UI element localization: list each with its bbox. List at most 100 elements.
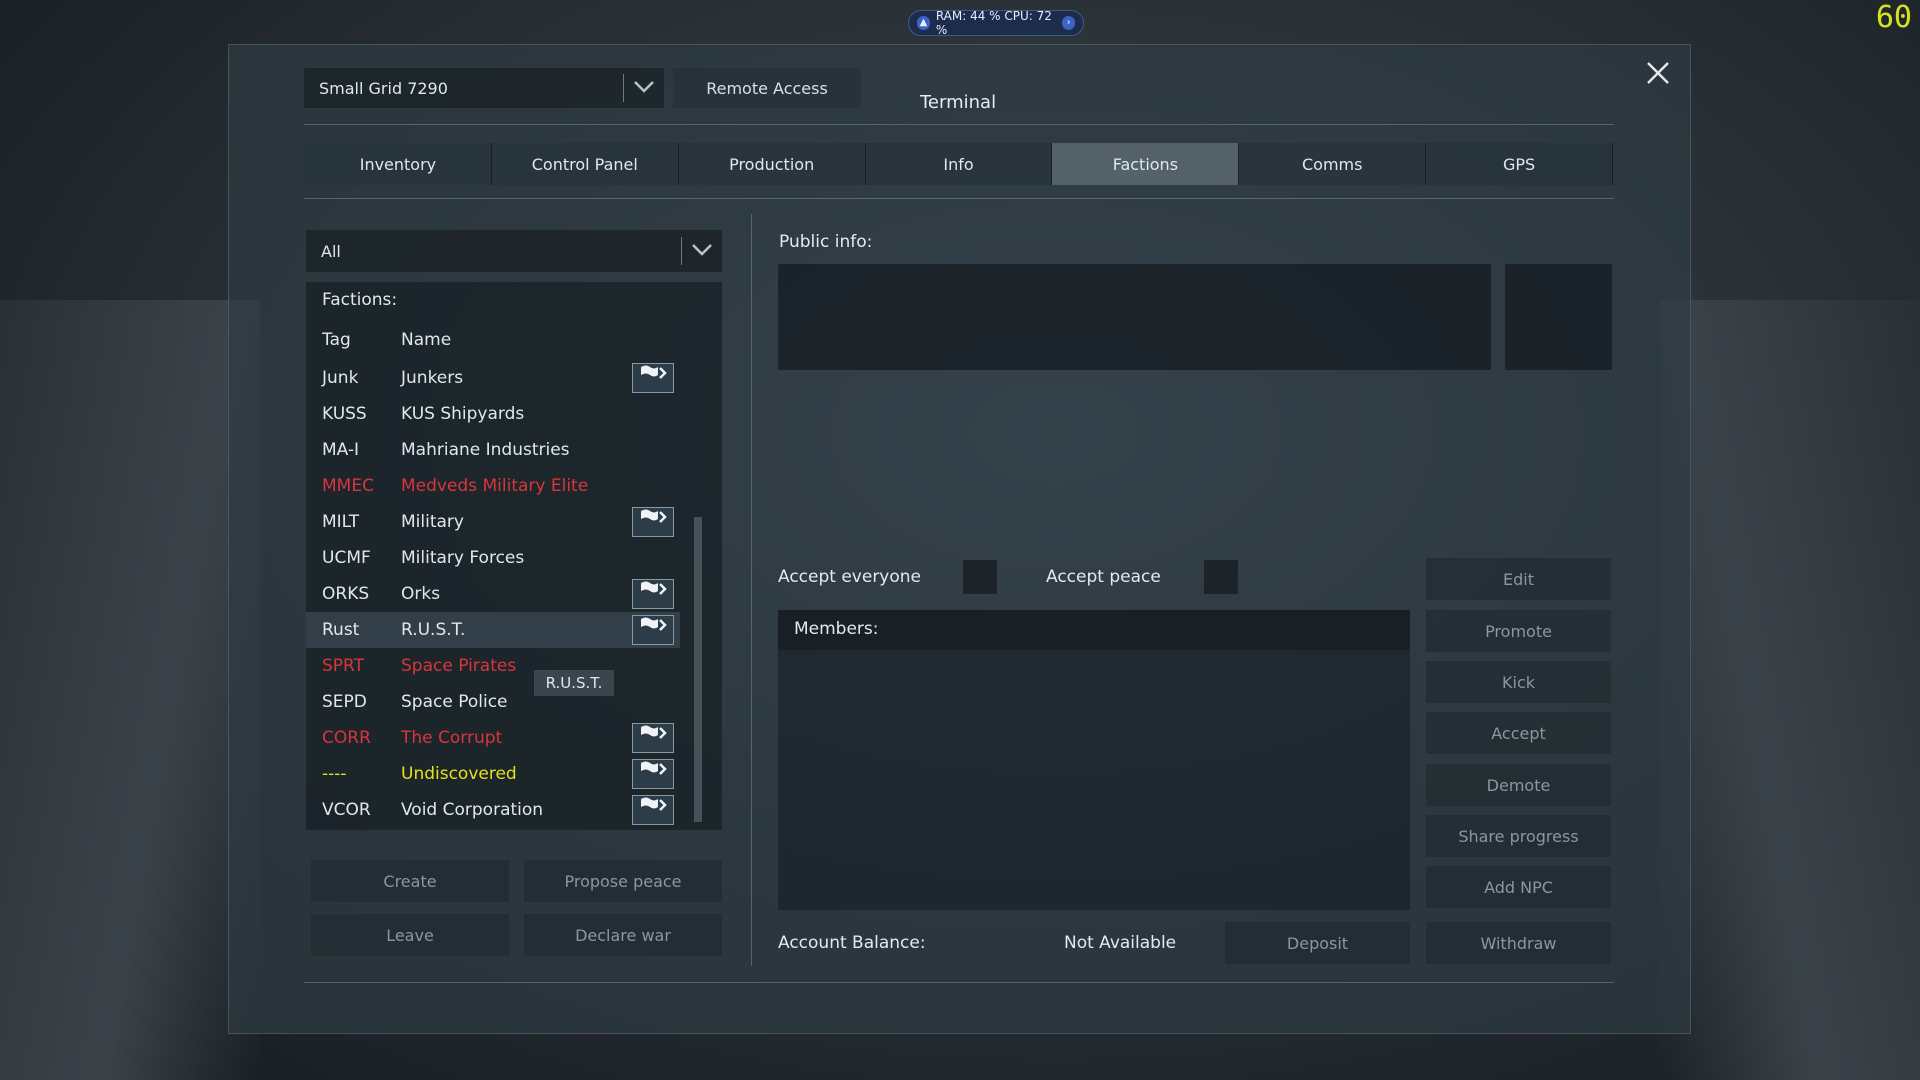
faction-tooltip: R.U.S.T.	[534, 670, 614, 696]
grid-select-value: Small Grid 7290	[319, 78, 448, 98]
faction-flag-icon[interactable]	[632, 759, 674, 789]
faction-row[interactable]: UCMF Military Forces	[306, 540, 680, 576]
faction-row[interactable]: SPRT Space Pirates	[306, 648, 680, 684]
faction-tag: MMEC	[322, 476, 374, 496]
faction-flag-icon[interactable]	[632, 615, 674, 645]
faction-name: Junkers	[401, 368, 464, 388]
divider	[304, 198, 1614, 199]
grid-select[interactable]: Small Grid 7290	[304, 68, 664, 108]
tab-info[interactable]: Info	[865, 143, 1053, 185]
faction-row[interactable]: MILT Military	[306, 504, 680, 540]
faction-name: R.U.S.T.	[401, 620, 466, 640]
account-balance-value: Not Available	[1064, 933, 1177, 953]
tab-comms[interactable]: Comms	[1239, 143, 1427, 185]
edit-button[interactable]: Edit	[1426, 558, 1611, 600]
faction-tag: VCOR	[322, 800, 371, 820]
close-icon[interactable]	[1643, 60, 1673, 90]
faction-flag-icon[interactable]	[632, 723, 674, 753]
faction-tag: SPRT	[322, 656, 365, 676]
chevron-down-icon[interactable]	[624, 79, 664, 98]
tab-inventory[interactable]: Inventory	[305, 143, 492, 185]
kick-button[interactable]: Kick	[1426, 661, 1611, 703]
faction-row[interactable]: SEPD Space Police	[306, 684, 680, 720]
faction-row[interactable]: MA-I Mahriane Industries	[306, 432, 680, 468]
factions-header: Factions:	[322, 290, 398, 310]
performance-indicator: ▲ RAM: 44 % CPU: 72 % ›	[908, 9, 1084, 37]
tab-production[interactable]: Production	[678, 143, 866, 185]
faction-row[interactable]: VCOR Void Corporation	[306, 792, 680, 828]
accept-everyone-checkbox[interactable]	[963, 560, 997, 594]
promote-button[interactable]: Promote	[1426, 610, 1611, 652]
tab-bar: Inventory Control Panel Production Info …	[305, 143, 1614, 185]
fps-counter: 60	[1875, 0, 1912, 35]
add-npc-button[interactable]: Add NPC	[1426, 866, 1611, 908]
factions-list: Junk Junkers KUSS KUS Shipyards MA-I Mahriane…	[306, 360, 680, 828]
divider	[304, 982, 1614, 983]
tab-control-panel[interactable]: Control Panel	[491, 143, 679, 185]
accept-peace-label: Accept peace	[1046, 567, 1161, 587]
page-title: Terminal	[920, 92, 997, 113]
remote-access-button[interactable]: Remote Access	[673, 68, 861, 108]
faction-row[interactable]: MMEC Medveds Military Elite	[306, 468, 680, 504]
propose-peace-button[interactable]: Propose peace	[524, 860, 722, 902]
faction-name: KUS Shipyards	[401, 404, 525, 424]
cockpit-frame-right	[1660, 300, 1920, 1080]
deposit-button[interactable]: Deposit	[1225, 922, 1410, 964]
arrow-right-icon: ›	[1062, 16, 1075, 30]
faction-tag: UCMF	[322, 548, 371, 568]
public-info-label: Public info:	[779, 232, 873, 252]
leave-button[interactable]: Leave	[311, 914, 509, 956]
public-info-textbox[interactable]	[778, 264, 1491, 370]
faction-tag: Junk	[322, 368, 359, 388]
faction-tag: KUSS	[322, 404, 367, 424]
faction-tag: ----	[322, 764, 347, 784]
faction-row[interactable]: ---- Undiscovered	[306, 756, 680, 792]
faction-name: Mahriane Industries	[401, 440, 570, 460]
accept-button[interactable]: Accept	[1426, 712, 1611, 754]
faction-tag: SEPD	[322, 692, 367, 712]
faction-tag: Rust	[322, 620, 360, 640]
accept-everyone-label: Accept everyone	[778, 567, 922, 587]
demote-button[interactable]: Demote	[1426, 764, 1611, 806]
faction-name: Space Pirates	[401, 656, 517, 676]
faction-row[interactable]: CORR The Corrupt	[306, 720, 680, 756]
account-balance-label: Account Balance:	[778, 933, 926, 953]
faction-name: Military Forces	[401, 548, 525, 568]
factions-scrollbar[interactable]	[694, 517, 702, 822]
faction-flag-icon[interactable]	[632, 507, 674, 537]
faction-flag-icon[interactable]	[632, 795, 674, 825]
column-tag: Tag	[322, 330, 351, 350]
divider	[751, 214, 752, 966]
cockpit-frame-left	[0, 300, 260, 1080]
faction-row[interactable]: Junk Junkers	[306, 360, 680, 396]
faction-name: Space Police	[401, 692, 508, 712]
faction-name: Medveds Military Elite	[401, 476, 589, 496]
faction-name: Void Corporation	[401, 800, 544, 820]
create-button[interactable]: Create	[311, 860, 509, 902]
rocket-icon: ▲	[917, 16, 930, 30]
faction-row[interactable]: Rust R.U.S.T.	[306, 612, 680, 648]
members-label: Members:	[794, 619, 879, 639]
tab-factions[interactable]: Factions	[1052, 143, 1240, 185]
faction-tag: ORKS	[322, 584, 370, 604]
accept-peace-checkbox[interactable]	[1204, 560, 1238, 594]
faction-name: Military	[401, 512, 464, 532]
declare-war-button[interactable]: Declare war	[524, 914, 722, 956]
faction-filter-select[interactable]: All	[306, 230, 722, 272]
chevron-down-icon[interactable]	[682, 242, 722, 261]
faction-icon-box	[1505, 264, 1612, 370]
faction-tag: MILT	[322, 512, 360, 532]
members-panel	[778, 610, 1410, 910]
faction-flag-icon[interactable]	[632, 579, 674, 609]
withdraw-button[interactable]: Withdraw	[1426, 922, 1611, 964]
faction-flag-icon[interactable]	[632, 363, 674, 393]
faction-filter-value: All	[321, 241, 341, 261]
tab-gps[interactable]: GPS	[1426, 143, 1614, 185]
faction-name: The Corrupt	[401, 728, 503, 748]
faction-row[interactable]: ORKS Orks	[306, 576, 680, 612]
performance-text: RAM: 44 % CPU: 72 %	[935, 9, 1052, 37]
faction-row[interactable]: KUSS KUS Shipyards	[306, 396, 680, 432]
faction-name: Undiscovered	[401, 764, 517, 784]
share-progress-button[interactable]: Share progress	[1426, 815, 1611, 857]
faction-name: Orks	[401, 584, 441, 604]
